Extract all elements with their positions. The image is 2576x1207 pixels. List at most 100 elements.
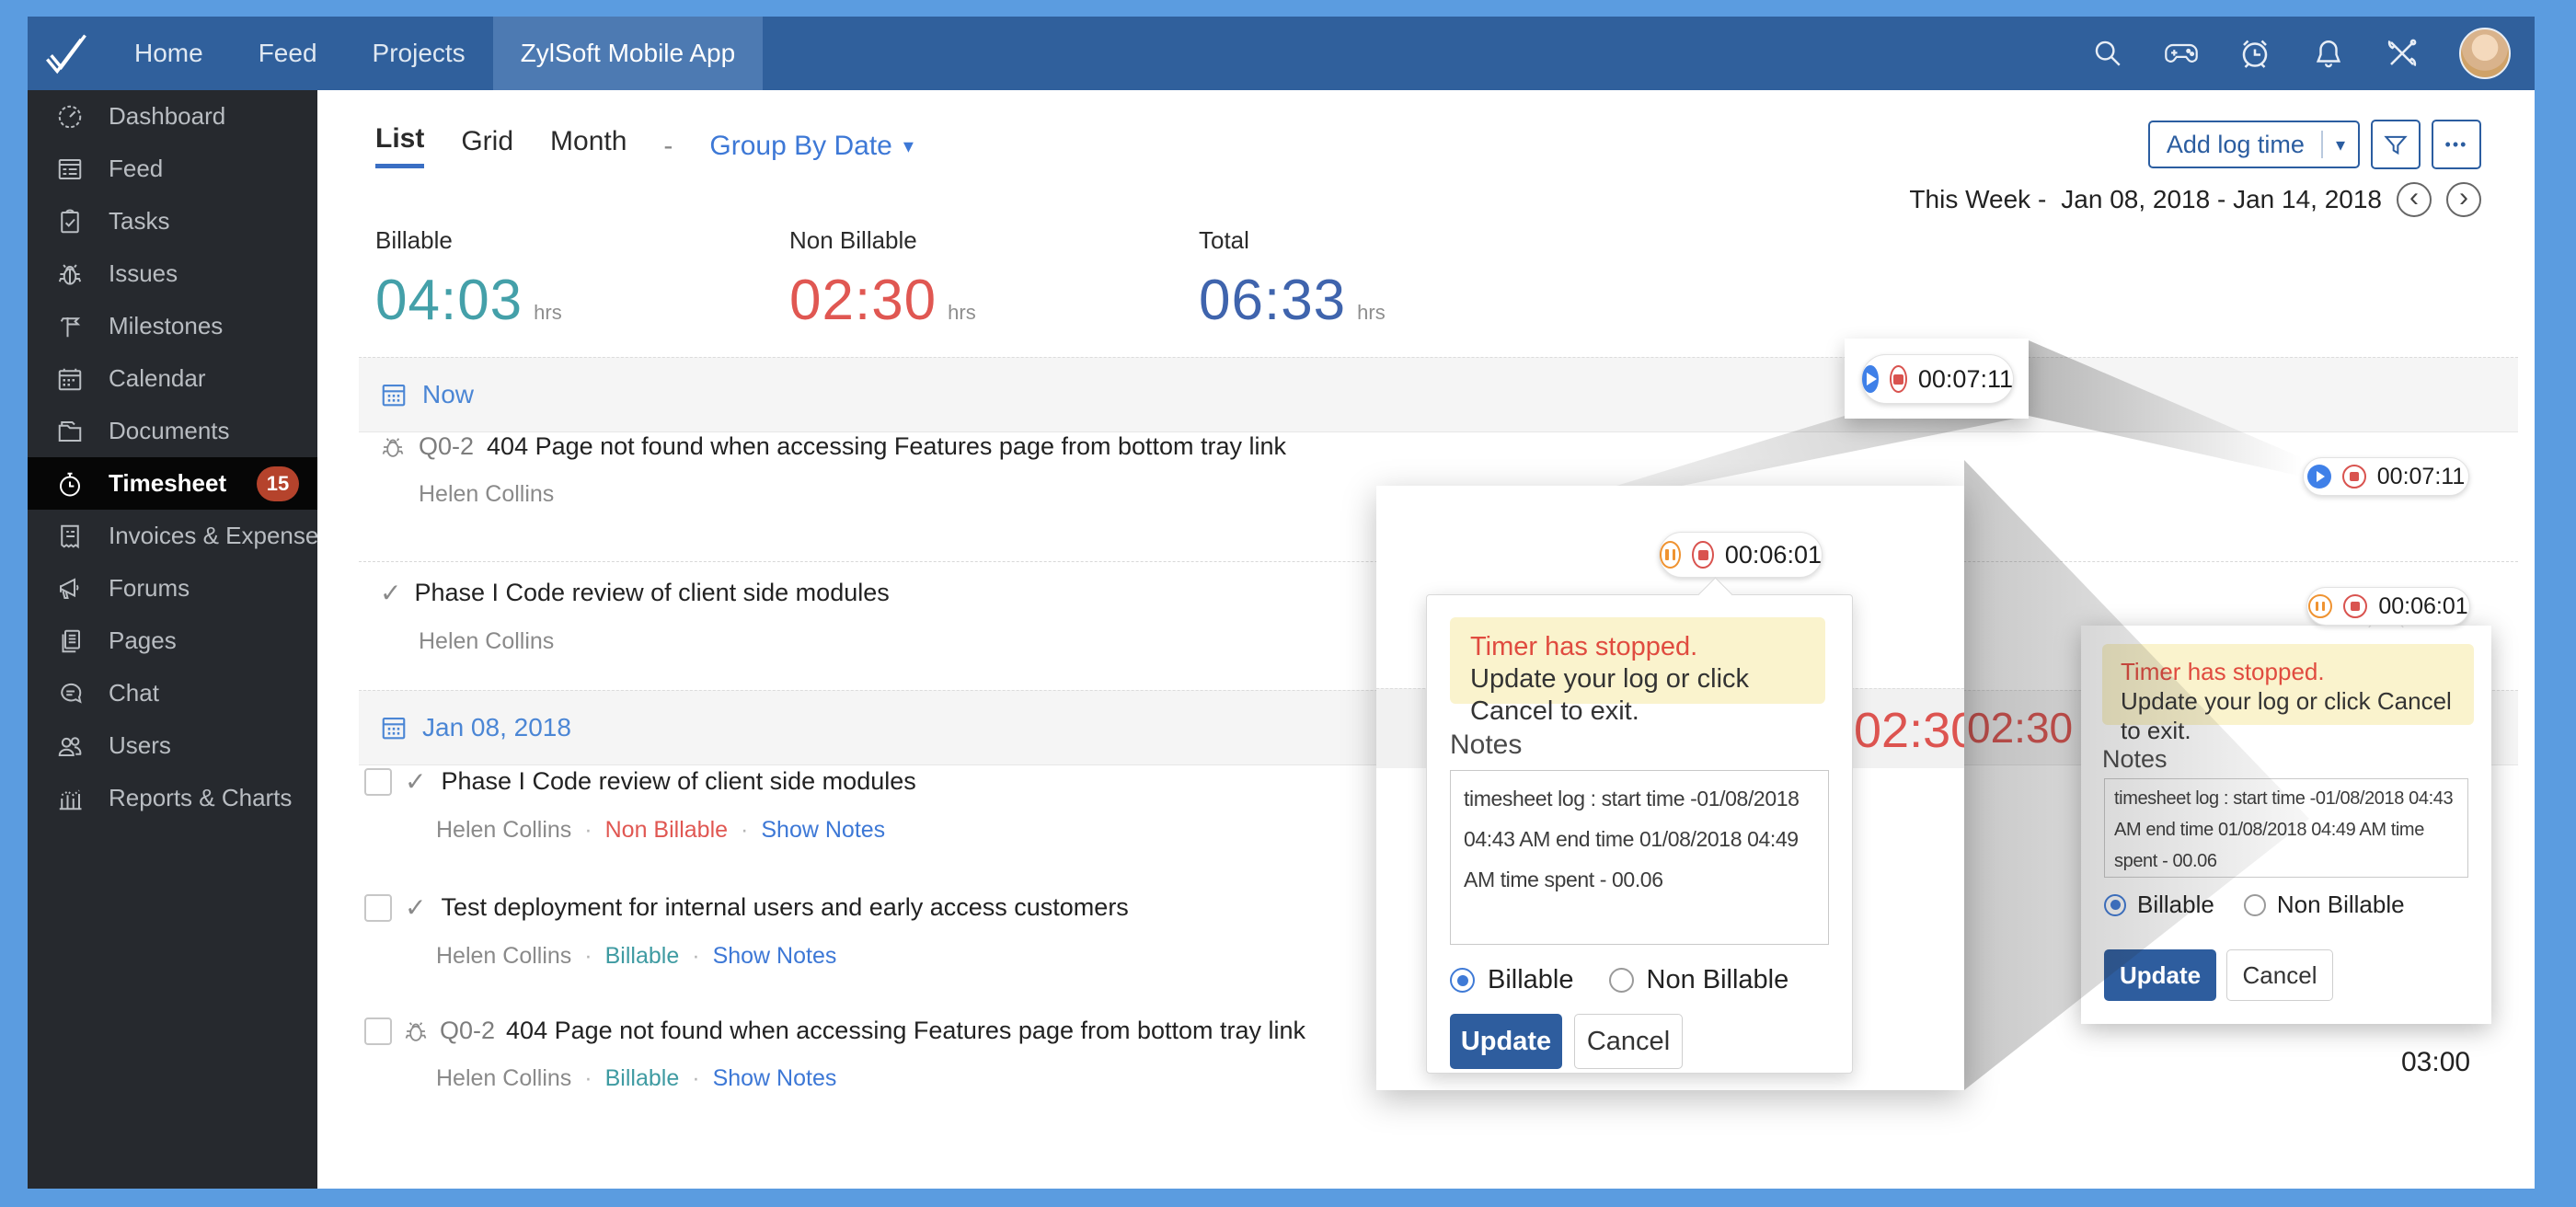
feed-icon xyxy=(55,155,85,184)
alert-title: Timer has stopped. xyxy=(1470,631,1805,663)
tab-list[interactable]: List xyxy=(375,123,424,168)
sidebar-item-label: Reports & Charts xyxy=(109,784,292,812)
sidebar-item-chat[interactable]: Chat xyxy=(28,667,317,719)
timer-pill-stopped-magnified: 00:06:01 xyxy=(1659,532,1823,578)
notes-textarea[interactable]: timesheet log : start time -01/08/2018 0… xyxy=(1450,770,1829,945)
user-avatar[interactable] xyxy=(2459,28,2511,79)
dashboard-gauge-icon xyxy=(55,102,85,132)
left-sidebar: Dashboard Feed Tasks Issues Milestones C… xyxy=(28,90,317,1189)
non-billable-radio-label: Non Billable xyxy=(2277,891,2405,919)
tab-month[interactable]: Month xyxy=(550,126,627,167)
sidebar-item-pages[interactable]: Pages xyxy=(28,615,317,667)
sidebar-item-users[interactable]: Users xyxy=(28,719,317,772)
setup-tools-icon[interactable] xyxy=(2386,37,2419,70)
row-title[interactable]: Test deployment for internal users and e… xyxy=(441,893,1128,922)
next-week-button[interactable]: › xyxy=(2446,182,2481,217)
notifications-bell-icon[interactable] xyxy=(2312,37,2345,70)
nav-tab-label: ZylSoft Mobile App xyxy=(521,39,735,68)
filter-button[interactable] xyxy=(2371,120,2421,169)
sidebar-item-dashboard[interactable]: Dashboard xyxy=(28,90,317,143)
row-checkbox[interactable] xyxy=(364,894,392,922)
row-checkbox[interactable] xyxy=(364,1017,392,1045)
row-title[interactable]: 404 Page not found when accessing Featur… xyxy=(506,1017,1305,1045)
ellipsis-icon: ••• xyxy=(2445,135,2468,155)
pages-icon xyxy=(55,626,85,656)
filter-funnel-icon xyxy=(2383,132,2409,157)
row-title[interactable]: 404 Page not found when accessing Featur… xyxy=(487,432,1286,461)
nav-tab-label: Home xyxy=(134,39,203,68)
summary-unit: hrs xyxy=(534,301,562,325)
sidebar-item-label: Feed xyxy=(109,155,163,183)
show-notes-link[interactable]: Show Notes xyxy=(713,1065,837,1092)
nav-tab-projects[interactable]: Projects xyxy=(345,17,493,90)
group-by-dropdown[interactable]: Group By Date ▾ xyxy=(709,131,913,162)
tab-grid[interactable]: Grid xyxy=(461,126,513,167)
sidebar-item-calendar[interactable]: Calendar xyxy=(28,352,317,405)
sidebar-item-label: Dashboard xyxy=(109,102,225,131)
stopwatch-icon xyxy=(55,469,85,499)
section-title[interactable]: Now xyxy=(422,380,474,409)
pause-icon[interactable] xyxy=(1660,541,1681,569)
non-billable-radio[interactable] xyxy=(1609,968,1634,993)
row-title[interactable]: Phase I Code review of client side modul… xyxy=(414,579,889,607)
pause-icon[interactable] xyxy=(2308,594,2332,618)
show-notes-link[interactable]: Show Notes xyxy=(713,943,837,970)
sidebar-item-feed[interactable]: Feed xyxy=(28,143,317,195)
billing-type: Billable xyxy=(605,943,680,970)
play-icon[interactable] xyxy=(1862,365,1879,393)
previous-week-button[interactable]: ‹ xyxy=(2397,182,2432,217)
row-user: Helen Collins xyxy=(436,1065,571,1092)
brand-logo-icon[interactable] xyxy=(28,17,107,90)
sidebar-item-tasks[interactable]: Tasks xyxy=(28,195,317,247)
stop-icon[interactable] xyxy=(2343,594,2367,618)
sidebar-item-forums[interactable]: Forums xyxy=(28,562,317,615)
show-notes-link[interactable]: Show Notes xyxy=(761,817,885,844)
sidebar-item-label: Chat xyxy=(109,679,159,707)
add-log-time-button[interactable]: Add log time ▾ xyxy=(2148,121,2360,168)
sidebar-item-invoices-expenses[interactable]: Invoices & Expenses xyxy=(28,510,317,562)
stop-icon[interactable] xyxy=(1890,365,1907,393)
week-range: Jan 08, 2018 - Jan 14, 2018 xyxy=(2061,185,2382,214)
cancel-button[interactable]: Cancel xyxy=(2226,949,2333,1001)
section-title[interactable]: Jan 08, 2018 xyxy=(422,713,571,742)
nav-tab-feed[interactable]: Feed xyxy=(231,17,345,90)
non-billable-radio[interactable] xyxy=(2244,894,2266,916)
stop-icon[interactable] xyxy=(1692,541,1713,569)
nav-tab-label: Feed xyxy=(259,39,317,68)
more-options-button[interactable]: ••• xyxy=(2432,120,2481,169)
view-separator: - xyxy=(663,131,673,162)
sidebar-item-label: Timesheet xyxy=(109,469,226,498)
timer-clock-icon[interactable] xyxy=(2238,37,2271,70)
nav-tab-home[interactable]: Home xyxy=(107,17,231,90)
task-check-icon: ✓ xyxy=(405,892,426,923)
sidebar-item-timesheet[interactable]: Timesheet 15 xyxy=(28,457,317,510)
cancel-button[interactable]: Cancel xyxy=(1574,1014,1683,1069)
summary-total: Total 06:33hrs xyxy=(1199,226,1386,333)
sidebar-item-label: Forums xyxy=(109,574,190,603)
toolbar-actions: Add log time ▾ ••• xyxy=(2148,120,2481,169)
timer-stopped-alert: Timer has stopped. Update your log or cl… xyxy=(1450,617,1825,704)
sidebar-item-documents[interactable]: Documents xyxy=(28,405,317,457)
row-title[interactable]: Phase I Code review of client side modul… xyxy=(441,767,915,796)
timer-value: 00:07:11 xyxy=(2377,464,2465,490)
magnified-timer-card: 00:07:11 xyxy=(1845,339,2029,419)
update-button[interactable]: Update xyxy=(1450,1014,1562,1069)
summary-value: 02:30 xyxy=(789,268,937,333)
task-check-icon: ✓ xyxy=(405,766,426,797)
row-checkbox[interactable] xyxy=(364,768,392,796)
summary-billable: Billable 04:03hrs xyxy=(375,226,562,333)
sidebar-item-milestones[interactable]: Milestones xyxy=(28,300,317,352)
search-icon[interactable] xyxy=(2091,37,2124,70)
play-icon[interactable] xyxy=(2307,465,2331,489)
sidebar-item-label: Pages xyxy=(109,626,177,655)
sidebar-item-issues[interactable]: Issues xyxy=(28,247,317,300)
nav-tab-zylsoft-mobile-app[interactable]: ZylSoft Mobile App xyxy=(493,17,763,90)
chevron-down-icon: ▾ xyxy=(903,134,914,158)
sidebar-item-reports-charts[interactable]: Reports & Charts xyxy=(28,772,317,824)
stop-icon[interactable] xyxy=(2342,465,2366,489)
billable-radio[interactable] xyxy=(1450,968,1475,993)
chevron-down-icon[interactable]: ▾ xyxy=(2323,133,2358,156)
summary-value: 04:03 xyxy=(375,268,523,333)
games-icon[interactable] xyxy=(2165,37,2198,70)
row-user: Helen Collins xyxy=(436,943,571,970)
